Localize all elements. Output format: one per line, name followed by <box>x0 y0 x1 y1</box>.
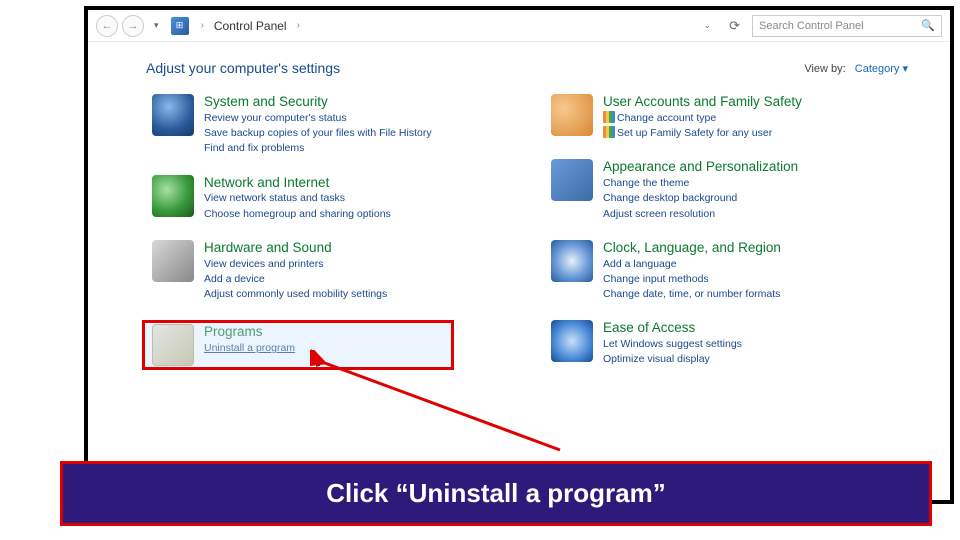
category-link[interactable]: Let Windows suggest settings <box>603 337 742 352</box>
category-hardware-sound: Hardware and Sound View devices and prin… <box>146 236 509 307</box>
category-link[interactable]: Add a device <box>204 272 387 287</box>
chevron-right-icon: › <box>195 20 210 31</box>
category-link[interactable]: Change date, time, or number formats <box>603 287 781 302</box>
history-dropdown-icon[interactable]: ▾ <box>148 20 165 31</box>
category-link[interactable]: Add a language <box>603 257 781 272</box>
printer-icon <box>152 240 194 282</box>
category-link[interactable]: Change account type <box>603 111 802 126</box>
annotation-callout: Click “Uninstall a program” <box>60 461 932 526</box>
ease-of-access-icon <box>551 320 593 362</box>
control-panel-icon: ⊞ <box>171 17 189 35</box>
monitor-icon <box>551 159 593 201</box>
category-link[interactable]: Find and fix problems <box>204 141 432 156</box>
address-dropdown-icon[interactable]: ⌄ <box>698 20 718 31</box>
screenshot-border: ← → ▾ ⊞ › Control Panel › ⌄ ⟳ Search Con… <box>84 6 954 504</box>
uac-shield-icon <box>603 111 615 123</box>
uac-shield-icon <box>603 126 615 138</box>
category-network-internet: Network and Internet View network status… <box>146 171 509 226</box>
category-link[interactable]: Adjust commonly used mobility settings <box>204 287 387 302</box>
category-title[interactable]: User Accounts and Family Safety <box>603 94 802 111</box>
category-link[interactable]: Optimize visual display <box>603 352 742 367</box>
breadcrumb[interactable]: Control Panel <box>214 19 287 33</box>
category-link[interactable]: Change input methods <box>603 272 781 287</box>
search-input[interactable]: Search Control Panel 🔍 <box>752 15 942 37</box>
uninstall-program-link[interactable]: Uninstall a program <box>204 341 295 356</box>
globe-icon <box>152 175 194 217</box>
category-title[interactable]: System and Security <box>204 94 432 111</box>
category-title[interactable]: Hardware and Sound <box>204 240 387 257</box>
category-title[interactable]: Ease of Access <box>603 320 742 337</box>
forward-button[interactable]: → <box>122 15 144 37</box>
back-button[interactable]: ← <box>96 15 118 37</box>
chevron-right-icon: › <box>291 20 306 31</box>
toolbar: ← → ▾ ⊞ › Control Panel › ⌄ ⟳ Search Con… <box>88 10 950 42</box>
category-title[interactable]: Network and Internet <box>204 175 391 192</box>
category-user-accounts: User Accounts and Family Safety Change a… <box>545 90 908 145</box>
category-link[interactable]: Change the theme <box>603 176 798 191</box>
content-area: Adjust your computer's settings View by:… <box>88 42 950 388</box>
category-link[interactable]: Adjust screen resolution <box>603 207 798 222</box>
category-programs: Programs Uninstall a program <box>146 316 509 378</box>
category-title[interactable]: Appearance and Personalization <box>603 159 798 176</box>
category-clock-language-region: Clock, Language, and Region Add a langua… <box>545 236 908 307</box>
view-by[interactable]: View by: Category ▾ <box>804 62 908 75</box>
shield-icon <box>152 94 194 136</box>
clock-icon <box>551 240 593 282</box>
search-icon: 🔍 <box>921 19 935 32</box>
users-icon <box>551 94 593 136</box>
programs-icon <box>152 324 194 366</box>
page-title: Adjust your computer's settings <box>146 60 340 76</box>
search-placeholder: Search Control Panel <box>759 20 864 32</box>
category-appearance: Appearance and Personalization Change th… <box>545 155 908 226</box>
category-title[interactable]: Clock, Language, and Region <box>603 240 781 257</box>
right-column: User Accounts and Family Safety Change a… <box>545 90 908 378</box>
callout-text: Click “Uninstall a program” <box>73 478 919 509</box>
category-link[interactable]: Set up Family Safety for any user <box>603 126 802 141</box>
category-link[interactable]: Choose homegroup and sharing options <box>204 207 391 222</box>
category-link[interactable]: Save backup copies of your files with Fi… <box>204 126 432 141</box>
category-link[interactable]: Review your computer's status <box>204 111 432 126</box>
left-column: System and Security Review your computer… <box>146 90 509 378</box>
category-link[interactable]: Change desktop background <box>603 191 798 206</box>
category-system-security: System and Security Review your computer… <box>146 90 509 161</box>
category-link[interactable]: View devices and printers <box>204 257 387 272</box>
category-ease-of-access: Ease of Access Let Windows suggest setti… <box>545 316 908 371</box>
category-link[interactable]: View network status and tasks <box>204 191 391 206</box>
category-title[interactable]: Programs <box>204 324 295 341</box>
control-panel-window: ← → ▾ ⊞ › Control Panel › ⌄ ⟳ Search Con… <box>88 10 950 500</box>
refresh-button[interactable]: ⟳ <box>721 18 748 34</box>
